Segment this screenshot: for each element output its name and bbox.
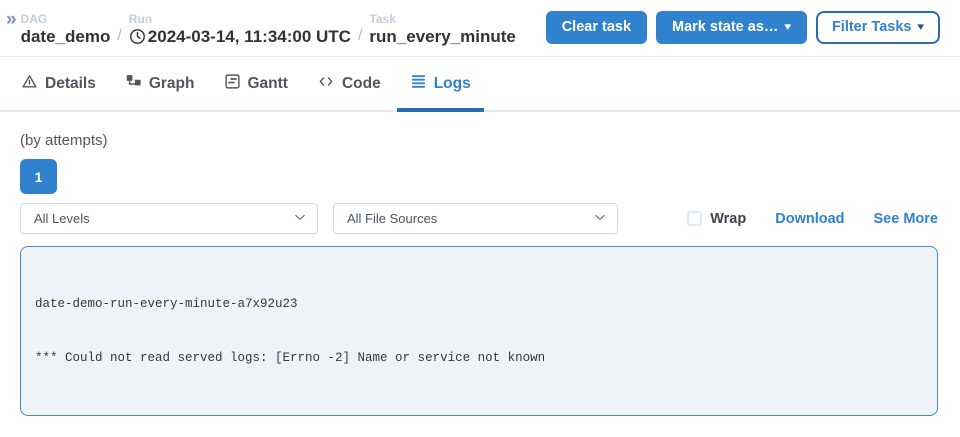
tab-details[interactable]: Details xyxy=(8,57,109,112)
wrap-checkbox-label[interactable]: Wrap xyxy=(710,211,746,227)
log-filters-row: All Levels All File Sources Wrap Do xyxy=(20,203,938,234)
tab-code[interactable]: Code xyxy=(304,57,394,112)
tab-logs[interactable]: Logs xyxy=(397,57,484,112)
download-logs-link[interactable]: Download xyxy=(775,211,844,227)
breadcrumb-run-value-wrap[interactable]: 2024-03-14, 11:34:00 UTC xyxy=(129,26,351,47)
attempt-1-button[interactable]: 1 xyxy=(20,159,57,194)
tab-gantt[interactable]: Gantt xyxy=(211,57,301,112)
breadcrumb-run-timestamp: 2024-03-14, 11:34:00 UTC xyxy=(148,26,351,47)
filter-tasks-label: Filter Tasks xyxy=(832,20,912,36)
breadcrumb-run-label: Run xyxy=(129,12,351,26)
breadcrumb-task-label: Task xyxy=(369,12,515,26)
breadcrumb-dag: DAG date_demo xyxy=(21,12,111,47)
caret-down-icon: ▾ xyxy=(785,22,792,33)
clear-task-button[interactable]: Clear task xyxy=(546,11,647,45)
breadcrumb-task-value[interactable]: run_every_minute xyxy=(369,26,515,47)
log-line: *** Could not read served logs: [Errno -… xyxy=(35,349,923,367)
tab-graph[interactable]: Graph xyxy=(112,57,208,112)
breadcrumb-dag-value[interactable]: date_demo xyxy=(21,26,111,47)
breadcrumb-task: Task run_every_minute xyxy=(369,12,515,47)
file-source-select[interactable]: All File Sources xyxy=(333,203,618,234)
code-brackets-icon xyxy=(317,73,335,95)
log-lines-icon xyxy=(410,73,427,95)
airflow-task-page: » DAG date_demo / Run 2024-03-14, 11:34:… xyxy=(0,0,960,437)
log-output-box[interactable]: date-demo-run-every-minute-a7x92u23 *** … xyxy=(20,246,938,416)
task-tabs: Details Graph Gantt xyxy=(0,57,960,112)
tab-graph-label: Graph xyxy=(149,75,195,93)
see-more-link[interactable]: See More xyxy=(874,211,938,227)
breadcrumb-dag-label: DAG xyxy=(21,12,111,26)
log-level-select[interactable]: All Levels xyxy=(20,203,318,234)
breadcrumb-separator: / xyxy=(358,27,362,47)
wrap-checkbox[interactable] xyxy=(687,211,702,226)
logs-panel: (by attempts) 1 All Levels All File Sour… xyxy=(0,132,960,416)
log-line: date-demo-run-every-minute-a7x92u23 xyxy=(35,295,923,313)
log-level-select-value: All Levels xyxy=(34,211,90,226)
gantt-chart-icon xyxy=(224,73,241,95)
breadcrumb-separator: / xyxy=(117,27,121,47)
warning-triangle-icon xyxy=(21,73,38,95)
task-header-bar: » DAG date_demo / Run 2024-03-14, 11:34:… xyxy=(0,0,960,57)
mark-state-as-button[interactable]: Mark state as… ▾ xyxy=(656,11,807,45)
tab-details-label: Details xyxy=(45,75,96,93)
file-source-select-value: All File Sources xyxy=(347,211,437,226)
clock-icon xyxy=(129,28,146,45)
filter-tasks-button[interactable]: Filter Tasks ▾ xyxy=(816,11,940,45)
caret-down-icon: ▾ xyxy=(918,22,925,33)
chevron-down-icon xyxy=(593,210,607,227)
mark-state-as-label: Mark state as… xyxy=(672,20,778,36)
graph-icon xyxy=(125,73,142,95)
tab-logs-label: Logs xyxy=(434,75,471,93)
tab-code-label: Code xyxy=(342,75,381,93)
tab-gantt-label: Gantt xyxy=(248,75,288,93)
by-attempts-label: (by attempts) xyxy=(20,132,938,149)
breadcrumb-run: Run 2024-03-14, 11:34:00 UTC xyxy=(129,12,351,47)
clear-task-label: Clear task xyxy=(562,20,631,36)
double-chevron-icon[interactable]: » xyxy=(6,10,15,29)
chevron-down-icon xyxy=(293,210,307,227)
task-actions: Clear task Mark state as… ▾ Filter Tasks… xyxy=(546,11,940,45)
